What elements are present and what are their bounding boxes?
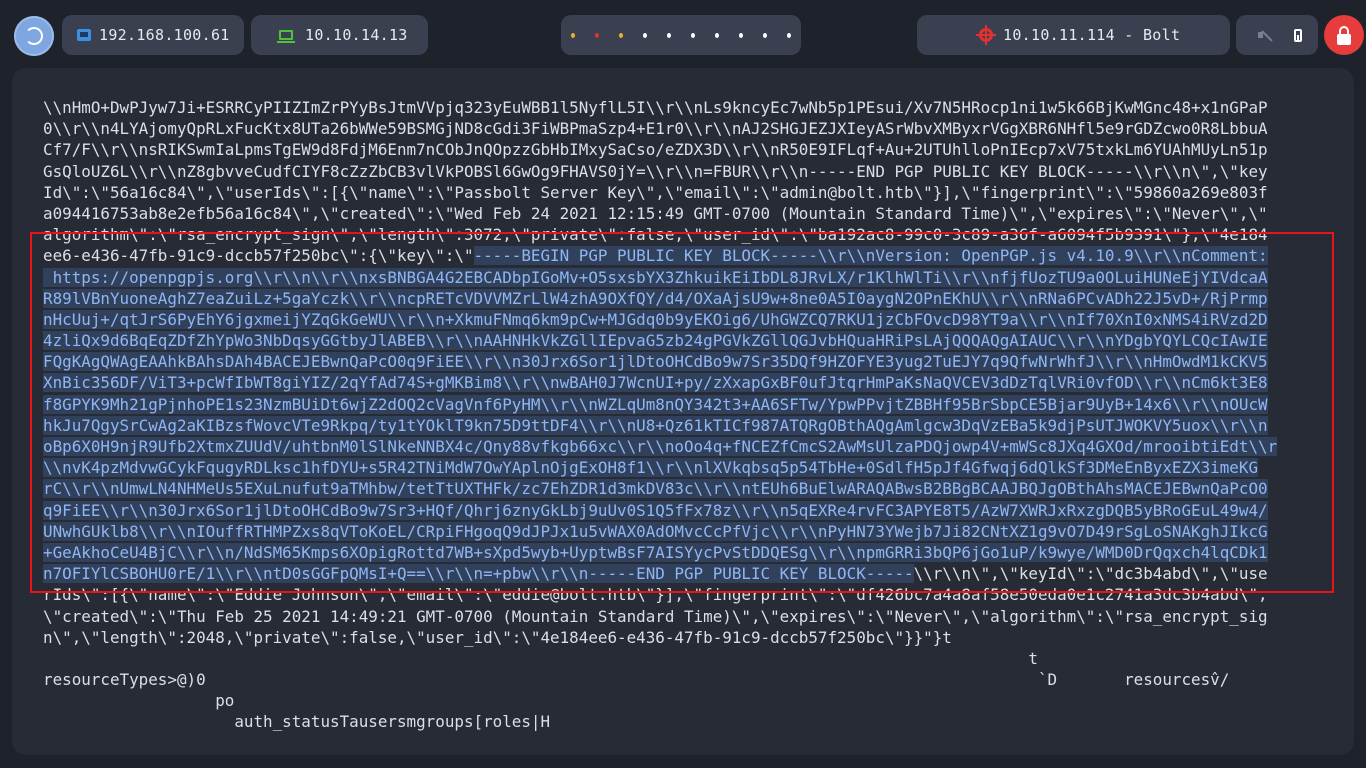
terminal-output[interactable]: \\nHmO+DwPJyw7Ji+ESRRCyPIIZImZrPYyBsJtmV… bbox=[43, 97, 1333, 733]
workspace-dot-1[interactable] bbox=[571, 32, 575, 38]
terminal-line: q9FiEE\\r\\n30Jrx6Sor1jlDtoOHCdBo9w7Sr3+… bbox=[43, 500, 1333, 521]
terminal-line: \\nvK4pzMdvwGCykFqugyRDLksc1hfDYU+s5R42T… bbox=[43, 457, 1333, 478]
terminal-text: ee6-e436-47fb-91c9-dccb57f250bc\":{\"key… bbox=[43, 246, 474, 266]
terminal-text: \"created\":\"Thu Feb 25 2021 14:49:21 G… bbox=[43, 606, 1268, 626]
terminal-line: hkJu7QgySrCwAg2aKIBzsfWovcVTe9Rkpq/ty1tY… bbox=[43, 415, 1333, 436]
selected-text: UNwhGUklb8\\r\\nIOuffRTHMPZxs8qVToKoEL/C… bbox=[43, 521, 1268, 541]
terminal-line: GsQloUZ6L\\r\\nZ8gbvveCudfCIYF8cZzZbCB3v… bbox=[43, 161, 1333, 182]
selected-text: hkJu7QgySrCwAg2aKIBzsfWovcVTe9Rkpq/ty1tY… bbox=[43, 415, 1268, 435]
vpn-ip-widget[interactable]: 10.10.14.13 bbox=[251, 15, 428, 55]
terminal-text: po bbox=[43, 691, 235, 711]
selected-text: -----BEGIN PGP PUBLIC KEY BLOCK-----\\r\… bbox=[473, 246, 1268, 266]
terminal-text: t bbox=[43, 648, 1038, 668]
workspace-dot-9[interactable] bbox=[763, 32, 767, 38]
terminal-line: resourceTypes>@)0 `D resourcesv̂/ bbox=[43, 669, 1333, 690]
selected-text: q9FiEE\\r\\n30Jrx6Sor1jlDtoOHCdBo9w7Sr3+… bbox=[43, 500, 1268, 520]
terminal-line: 0\\r\\n4LYAjomyQpRLxFucKtx8UTa26bWWe59BS… bbox=[43, 118, 1333, 139]
terminal-line: Id\":\"56a16c84\",\"userIds\":[{\"name\"… bbox=[43, 182, 1333, 203]
terminal-line: algorithm\":\"rsa_encrypt_sign\",\"lengt… bbox=[43, 224, 1333, 245]
selected-text: https://openpgpjs.org\\r\\n\\r\\nxsBNBGA… bbox=[43, 267, 1268, 287]
top-bar: 192.168.100.61 10.10.14.13 10.10.11.114 … bbox=[0, 0, 1366, 66]
terminal-text: a094416753ab8e2efb56a16c84\",\"created\"… bbox=[43, 203, 1268, 223]
terminal-text: \\r\\n\",\"keyId\":\"dc3b4abd\",\"use bbox=[913, 564, 1268, 584]
terminal-text: n\",\"length\":2048,\"private\":false,\"… bbox=[43, 627, 952, 647]
terminal-text: auth_statusTausersmgroups[roles|H bbox=[43, 712, 551, 732]
selected-text: +GeAkhoCeU4BjC\\r\\n/NdSM65Kmps6XOpigRot… bbox=[43, 542, 1268, 562]
laptop-icon bbox=[277, 30, 295, 43]
speaker-muted-icon[interactable] bbox=[1258, 29, 1272, 41]
terminal-window[interactable]: \\nHmO+DwPJyw7Ji+ESRRCyPIIZImZrPYyBsJtmV… bbox=[12, 68, 1354, 755]
terminal-line: rIds\":[{\"name\":\"Eddie Johnson\",\"em… bbox=[43, 584, 1333, 605]
terminal-line: a094416753ab8e2efb56a16c84\",\"created\"… bbox=[43, 203, 1333, 224]
terminal-line: n7OFIYlCSBOHU0rE/1\\r\\ntD0sGGFpQMsI+Q==… bbox=[43, 563, 1333, 584]
terminal-line: oBp6X0H9njR9Ufb2XtmxZUUdV/uhtbnM0lSlNkeN… bbox=[43, 436, 1333, 457]
crosshair-icon bbox=[976, 25, 996, 45]
terminal-text: rIds\":[{\"name\":\"Eddie Johnson\",\"em… bbox=[43, 585, 1268, 605]
selected-text: oBp6X0H9njR9Ufb2XtmxZUUdV/uhtbnM0lSlNkeN… bbox=[43, 437, 1278, 456]
vpn-ip-label: 10.10.14.13 bbox=[305, 26, 408, 44]
terminal-text: GsQloUZ6L\\r\\nZ8gbvveCudfCIYF8cZzZbCB3v… bbox=[43, 161, 1268, 181]
terminal-line: \"created\":\"Thu Feb 25 2021 14:49:21 G… bbox=[43, 606, 1333, 627]
workspace-dot-7[interactable] bbox=[715, 32, 719, 38]
lock-button[interactable] bbox=[1324, 15, 1364, 55]
workspace-dot-10[interactable] bbox=[787, 32, 791, 38]
selected-text: f8GPYK9Mh21gPjnhoPE1s23NzmBUiDt6wjZ2dOQ2… bbox=[43, 394, 1268, 414]
terminal-line: XnBic356DF/ViT3+pcWfIbWT8giYIZ/2qYfAd74S… bbox=[43, 372, 1333, 393]
workspace-dot-8[interactable] bbox=[739, 32, 743, 38]
workspace-dot-6[interactable] bbox=[691, 32, 695, 38]
workspace-switcher[interactable] bbox=[561, 15, 801, 55]
terminal-line: 4zliQx9d6BqEqZDfZhYpWo3NbDqsyGGtbyJlABEB… bbox=[43, 330, 1333, 351]
terminal-line: f8GPYK9Mh21gPjnhoPE1s23NzmBUiDt6wjZ2dOQ2… bbox=[43, 394, 1333, 415]
battery-icon[interactable] bbox=[1294, 28, 1302, 42]
terminal-line: +GeAkhoCeU4BjC\\r\\n/NdSM65Kmps6XOpigRot… bbox=[43, 542, 1333, 563]
selected-text: 4zliQx9d6BqEqZDfZhYpWo3NbDqsyGGtbyJlABEB… bbox=[43, 331, 1268, 351]
selected-text: n7OFIYlCSBOHU0rE/1\\r\\ntD0sGGFpQMsI+Q==… bbox=[43, 564, 914, 584]
terminal-line: FQgKAgQWAgEAAhkBAhsDAh4BACEJEBwnQaPcO0q9… bbox=[43, 351, 1333, 372]
terminal-line: nHcUuj+/qtJrS6PyEhY6jgxmeijYZqGkGeWU\\r\… bbox=[43, 309, 1333, 330]
workspace-dot-2[interactable] bbox=[595, 32, 599, 38]
terminal-text: Id\":\"56a16c84\",\"userIds\":[{\"name\"… bbox=[43, 182, 1268, 202]
network-ip-label: 192.168.100.61 bbox=[99, 26, 230, 44]
selected-text: FQgKAgQWAgEAAhkBAhsDAh4BACEJEBwnQaPcO0q9… bbox=[43, 352, 1268, 372]
target-label: 10.10.11.114 - Bolt bbox=[1003, 26, 1181, 44]
workspace-dot-4[interactable] bbox=[643, 32, 647, 38]
terminal-line: t bbox=[43, 648, 1333, 669]
terminal-line: UNwhGUklb8\\r\\nIOuffRTHMPZxs8qVToKoEL/C… bbox=[43, 521, 1333, 542]
terminal-line: auth_statusTausersmgroups[roles|H bbox=[43, 711, 1333, 732]
selected-text: nHcUuj+/qtJrS6PyEhY6jgxmeijYZqGkGeWU\\r\… bbox=[43, 309, 1268, 329]
selected-text: XnBic356DF/ViT3+pcWfIbWT8giYIZ/2qYfAd74S… bbox=[43, 373, 1268, 393]
terminal-text: \\nHmO+DwPJyw7Ji+ESRRCyPIIZImZrPYyBsJtmV… bbox=[43, 98, 1268, 117]
terminal-text: algorithm\":\"rsa_encrypt_sign\",\"lengt… bbox=[43, 225, 1268, 245]
workspace-dot-5[interactable] bbox=[667, 32, 671, 38]
selected-text: rC\\r\\nUmwLN4NHMeUs5EXuLnufut9aTMhbw/te… bbox=[43, 479, 1268, 499]
terminal-line: po bbox=[43, 690, 1333, 711]
selected-text: \\nvK4pzMdvwGCykFqugyRDLksc1hfDYU+s5R42T… bbox=[43, 458, 1259, 478]
terminal-line: rC\\r\\nUmwLN4NHMeUs5EXuLnufut9aTMhbw/te… bbox=[43, 478, 1333, 499]
terminal-line: n\",\"length\":2048,\"private\":false,\"… bbox=[43, 627, 1333, 648]
debian-swirl-icon[interactable] bbox=[14, 16, 54, 56]
terminal-line: R89lVBnYuoneAghZ7eaZuiLz+5gaYczk\\r\\ncp… bbox=[43, 288, 1333, 309]
selected-text: R89lVBnYuoneAghZ7eaZuiLz+5gaYczk\\r\\ncp… bbox=[43, 288, 1268, 308]
network-ip-widget[interactable]: 192.168.100.61 bbox=[62, 15, 244, 55]
target-widget[interactable]: 10.10.11.114 - Bolt bbox=[917, 15, 1230, 55]
terminal-line: Cf7/F\\r\\nsRIKSwmIaLpmsTgEW9d8FdjM6Enm7… bbox=[43, 139, 1333, 160]
terminal-line: https://openpgpjs.org\\r\\n\\r\\nxsBNBGA… bbox=[43, 267, 1333, 288]
network-card-icon bbox=[77, 29, 91, 41]
terminal-text: resourceTypes>@)0 `D resourcesv̂/ bbox=[43, 670, 1230, 690]
terminal-line: ee6-e436-47fb-91c9-dccb57f250bc\":{\"key… bbox=[43, 245, 1333, 266]
terminal-line: \\nHmO+DwPJyw7Ji+ESRRCyPIIZImZrPYyBsJtmV… bbox=[43, 97, 1333, 118]
terminal-text: 0\\r\\n4LYAjomyQpRLxFucKtx8UTa26bWWe59BS… bbox=[43, 119, 1268, 139]
terminal-text: Cf7/F\\r\\nsRIKSwmIaLpmsTgEW9d8FdjM6Enm7… bbox=[43, 140, 1268, 160]
workspace-dot-3[interactable] bbox=[619, 32, 623, 38]
system-tray bbox=[1236, 15, 1318, 55]
